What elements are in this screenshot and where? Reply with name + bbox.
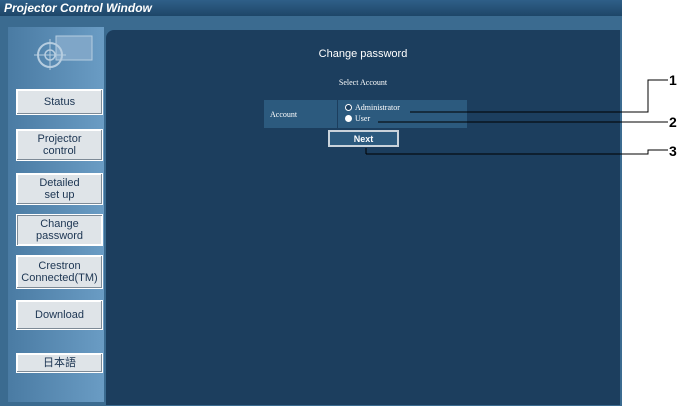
projector-control-window: Projector Control Window Status Projecto…: [0, 0, 622, 406]
sidebar-item-detailed-setup[interactable]: Detailed set up: [16, 173, 103, 205]
sidebar-item-status[interactable]: Status: [16, 89, 103, 115]
radio-unselected-icon[interactable]: [345, 115, 352, 122]
callout-number-1: 1: [669, 72, 677, 88]
sidebar-item-crestron-connected[interactable]: Crestron Connected(TM): [16, 255, 103, 289]
sidebar-item-change-password[interactable]: Change password: [16, 214, 103, 246]
account-options: Administrator User: [338, 100, 467, 128]
projector-logo-icon: [34, 35, 93, 70]
callout-number-3: 3: [669, 143, 677, 159]
sidebar-item-download[interactable]: Download: [16, 300, 103, 330]
next-button[interactable]: Next: [328, 130, 399, 147]
sidebar: Status Projector control Detailed set up…: [8, 27, 104, 402]
account-option-label: Administrator: [355, 103, 400, 112]
page-title: Change password: [318, 48, 408, 60]
page-subtitle: Select Account: [338, 78, 388, 87]
account-option-administrator[interactable]: Administrator: [345, 103, 400, 112]
account-option-label: User: [355, 114, 371, 123]
title-bar: Projector Control Window: [0, 0, 622, 16]
main-panel: Change password Select Account Account A…: [106, 30, 620, 405]
radio-selected-icon[interactable]: [345, 104, 352, 111]
callout-number-2: 2: [669, 114, 677, 130]
sidebar-item-projector-control[interactable]: Projector control: [16, 129, 103, 161]
sidebar-item-japanese[interactable]: 日本語: [16, 353, 103, 373]
window-title: Projector Control Window: [4, 1, 152, 15]
account-label: Account: [264, 100, 337, 128]
account-option-user[interactable]: User: [345, 114, 370, 123]
